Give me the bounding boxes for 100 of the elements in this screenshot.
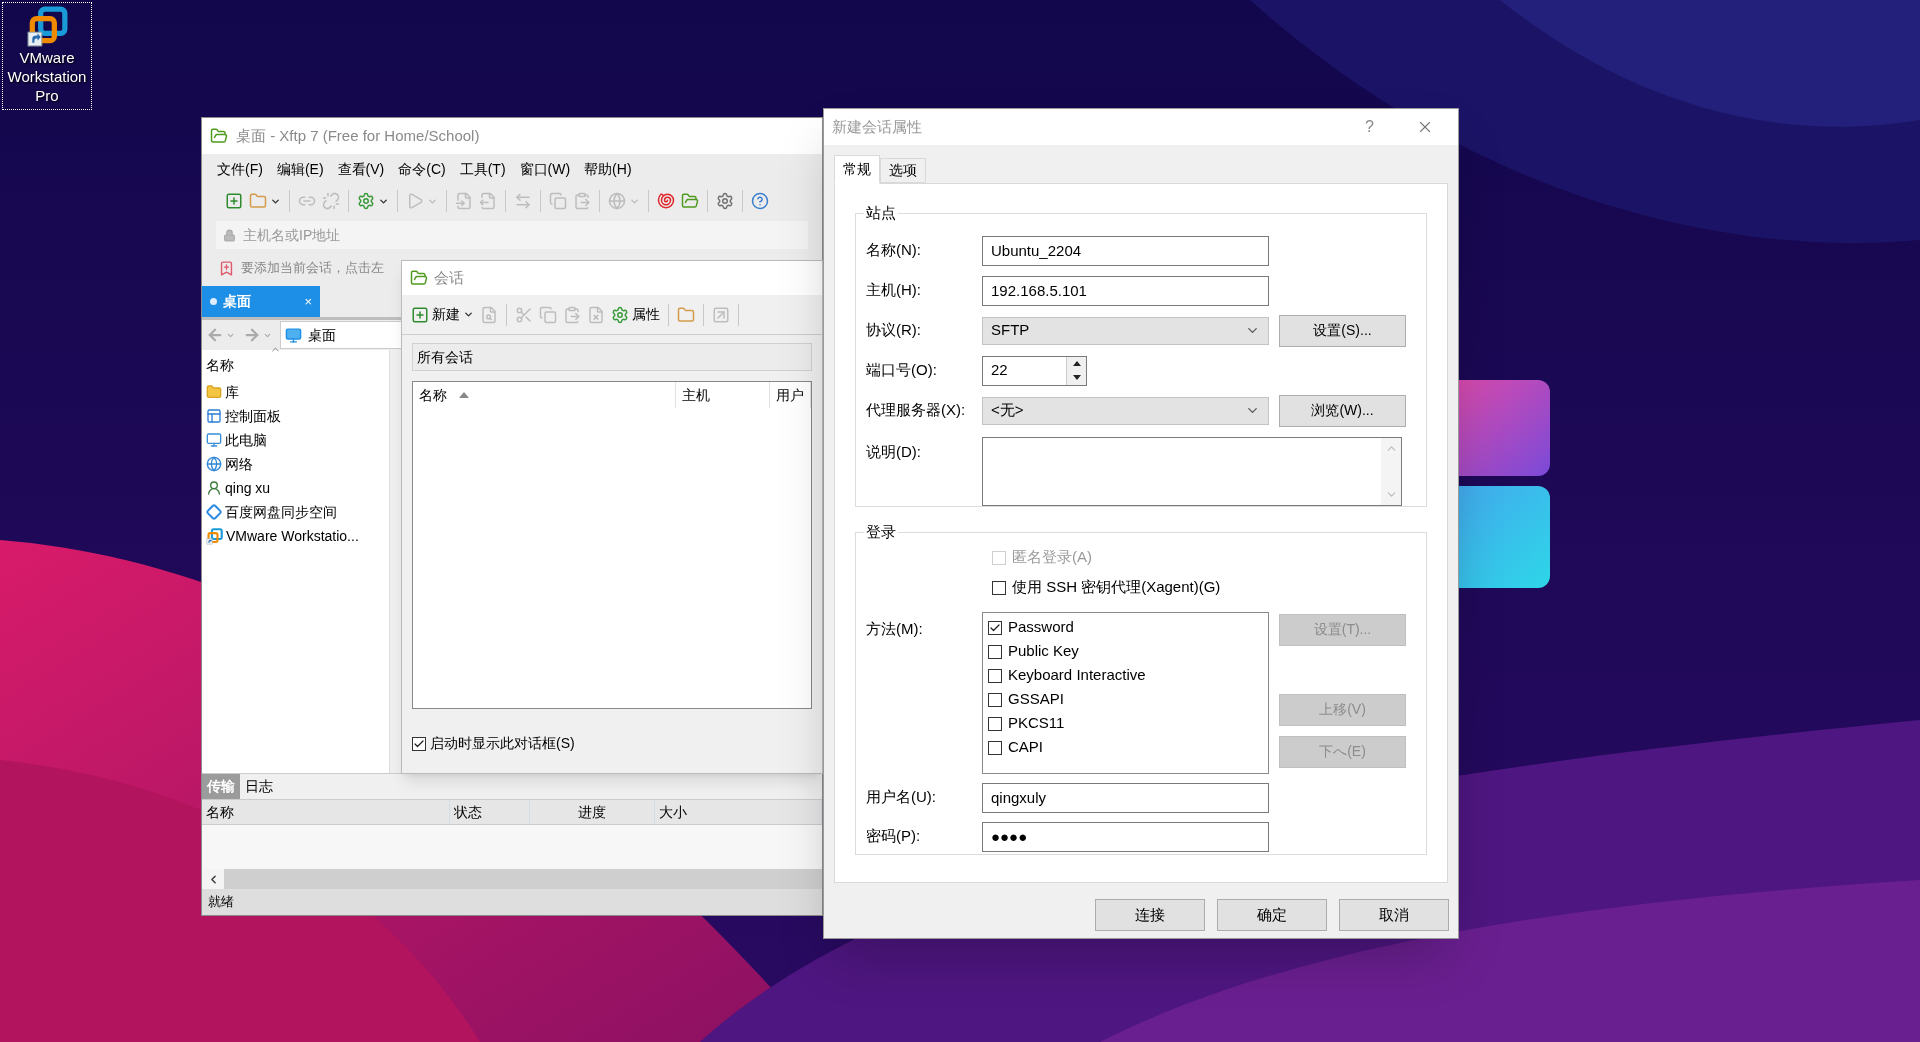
checkbox[interactable]: [412, 736, 426, 751]
sort-arrow-icon: [459, 392, 469, 398]
field-label: 协议(R):: [865, 320, 922, 341]
menu-item[interactable]: 查看(V): [332, 158, 390, 180]
toolbar-button[interactable]: 新建: [408, 300, 477, 329]
paste-icon: [563, 305, 581, 324]
toolbar-button[interactable]: 属性: [608, 300, 663, 329]
option-label: 匿名登录(A): [1012, 547, 1092, 568]
tab[interactable]: 选项: [880, 158, 926, 183]
menu-item[interactable]: 工具(T): [454, 158, 511, 180]
column-header[interactable]: 大小: [655, 800, 822, 824]
username-field[interactable]: qingxuly: [982, 782, 1269, 813]
two-way-arrow-icon: [514, 192, 532, 210]
file-item[interactable]: VMware Workstatio...: [202, 524, 389, 548]
menu-item[interactable]: 命令(C): [393, 158, 451, 180]
back-icon[interactable]: [206, 326, 224, 344]
method-label[interactable]: GSSAPI: [1008, 688, 1064, 711]
file-arrow-icon: [479, 192, 497, 210]
folder-icon: [206, 384, 222, 400]
description-field[interactable]: [982, 436, 1402, 506]
field-label: 方法(M):: [865, 618, 924, 639]
method-label[interactable]: CAPI: [1008, 736, 1043, 759]
dialog-button[interactable]: 设置(S)...: [1279, 314, 1406, 347]
address-field[interactable]: 主机名或IP地址: [216, 221, 808, 249]
checkbox[interactable]: [988, 692, 1002, 707]
toolbar-label: 新建: [432, 305, 460, 324]
status-text: 就绪: [208, 893, 234, 912]
checkbox[interactable]: [988, 716, 1002, 731]
folder-icon: [249, 192, 267, 210]
help-icon: [751, 192, 769, 210]
column-header[interactable]: 用户: [770, 382, 811, 408]
toolbar-label: 属性: [632, 305, 660, 324]
dialog-button[interactable]: 确定: [1217, 899, 1327, 931]
checkbox[interactable]: [988, 668, 1002, 683]
password-field[interactable]: ●●●●: [982, 821, 1269, 852]
tab-label: 桌面: [223, 292, 251, 311]
menu-item[interactable]: 文件(F): [212, 158, 268, 180]
file-item[interactable]: 库: [202, 380, 389, 404]
column-header[interactable]: 名称: [413, 382, 677, 408]
menu-item[interactable]: 编辑(E): [271, 158, 329, 180]
tab[interactable]: 常规: [834, 155, 880, 184]
dropdown[interactable]: SFTP: [982, 316, 1269, 345]
arrow-square-icon: [712, 305, 730, 324]
file-item[interactable]: 网络: [202, 452, 389, 476]
column-header[interactable]: 状态: [450, 800, 530, 824]
method-label[interactable]: Password: [1008, 616, 1074, 639]
file-item[interactable]: 此电脑: [202, 428, 389, 452]
file-item[interactable]: 控制面板: [202, 404, 389, 428]
field-label: 用户名(U):: [865, 787, 937, 808]
menu-item[interactable]: 窗口(W): [514, 158, 576, 180]
column-header[interactable]: 进度: [530, 800, 655, 824]
checkbox[interactable]: [992, 580, 1006, 595]
scissors-icon: [515, 305, 533, 324]
method-label[interactable]: Keyboard Interactive: [1008, 664, 1146, 687]
field-label: 名称(N):: [865, 240, 922, 261]
method-label[interactable]: Public Key: [1008, 640, 1079, 663]
down-triangle-icon: [1072, 375, 1081, 380]
option-label: 使用 SSH 密钥代理(Xagent)(G): [1012, 577, 1221, 598]
column-header[interactable]: 主机: [676, 382, 770, 408]
dialog-button[interactable]: 连接: [1095, 899, 1205, 931]
globe-icon: [206, 456, 222, 472]
file-item[interactable]: 百度网盘同步空间: [202, 500, 389, 524]
dialog-button[interactable]: 取消: [1339, 899, 1449, 931]
monitor-icon: [285, 326, 302, 344]
scrollbar[interactable]: [202, 869, 822, 889]
field-label: 密码(P):: [865, 826, 922, 847]
user-icon: [206, 480, 222, 496]
file-item[interactable]: qing xu: [202, 476, 389, 500]
dropdown[interactable]: <无>: [982, 396, 1269, 425]
group-title: 站点: [865, 203, 897, 223]
tab[interactable]: 日志: [240, 774, 278, 799]
spin-up-button[interactable]: [1067, 356, 1086, 371]
column-header[interactable]: 名称: [206, 354, 234, 376]
hint-text: 要添加当前会话，点击左: [241, 259, 384, 278]
spin-field[interactable]: 22: [982, 355, 1087, 386]
option-label: 启动时显示此对话框(S): [430, 734, 575, 753]
text-field[interactable]: Ubuntu_2204: [982, 235, 1269, 266]
method-label[interactable]: PKCS11: [1008, 712, 1065, 735]
dialog-button[interactable]: 浏览(W)...: [1279, 394, 1406, 427]
menu-item[interactable]: 帮助(H): [579, 158, 637, 180]
play-icon: [406, 192, 424, 210]
field-label: 端口号(O):: [865, 360, 938, 381]
text-field[interactable]: 192.168.5.101: [982, 275, 1269, 306]
gear-icon: [611, 305, 629, 324]
group-title: 登录: [865, 522, 897, 542]
column-header[interactable]: 名称: [202, 800, 450, 824]
forward-icon[interactable]: [243, 326, 261, 344]
bookmark-icon: [218, 259, 235, 277]
checkbox[interactable]: [988, 620, 1002, 635]
file-arrow-icon: [455, 192, 473, 210]
window-icon: [206, 408, 222, 424]
help-button[interactable]: ?: [1365, 115, 1374, 139]
globe-icon: [608, 192, 626, 210]
folder-icon: [681, 192, 699, 210]
gear-icon: [357, 192, 375, 210]
field-label: 主机(H):: [865, 280, 922, 301]
checkbox[interactable]: [988, 644, 1002, 659]
paste-icon: [573, 192, 591, 210]
checkbox[interactable]: [988, 740, 1002, 755]
desktop-shortcut[interactable]: VMware Workstation Pro: [2, 2, 92, 110]
